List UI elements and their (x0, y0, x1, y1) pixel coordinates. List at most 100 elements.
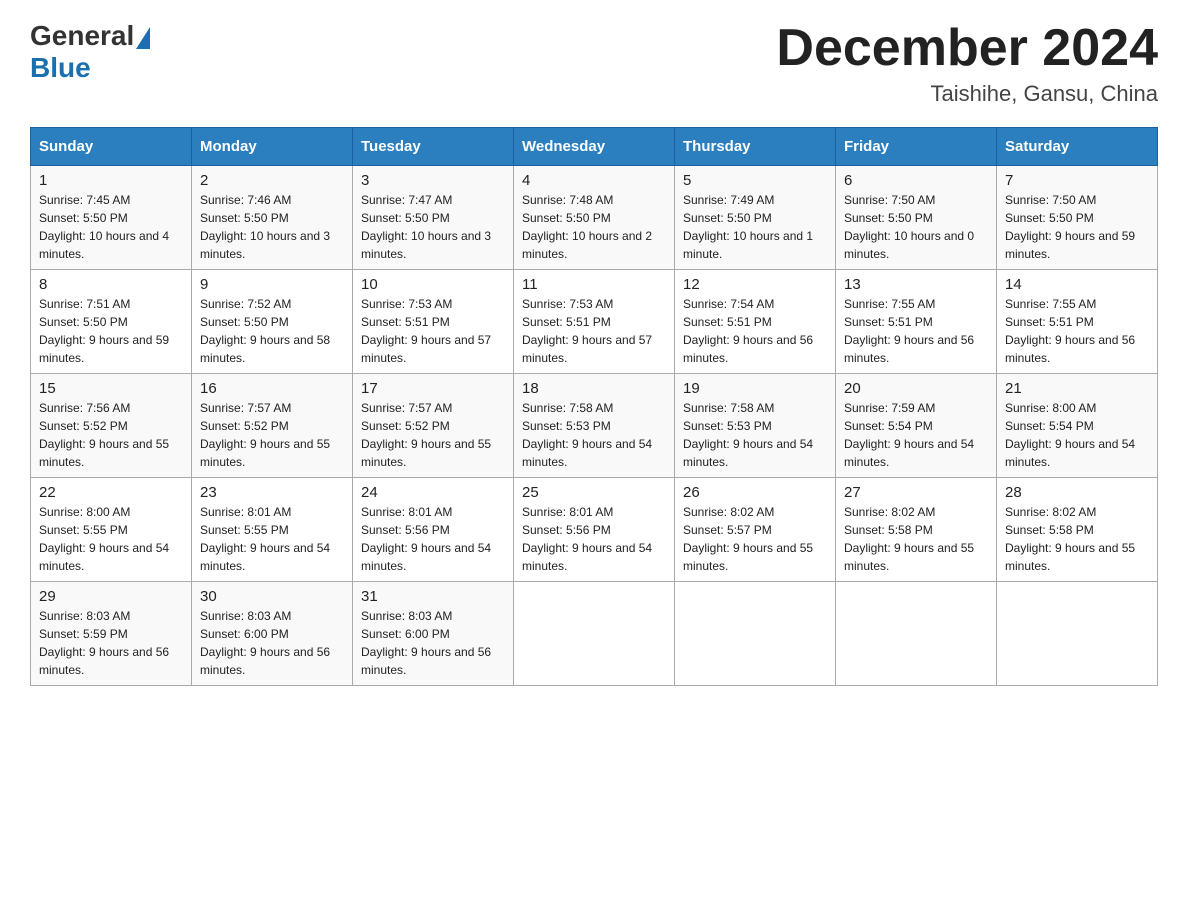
day-info: Sunrise: 7:51 AM Sunset: 5:50 PM Dayligh… (39, 295, 183, 367)
day-info: Sunrise: 7:52 AM Sunset: 5:50 PM Dayligh… (200, 295, 344, 367)
day-number: 21 (1005, 380, 1149, 397)
day-number: 22 (39, 484, 183, 501)
day-info: Sunrise: 7:53 AM Sunset: 5:51 PM Dayligh… (361, 295, 505, 367)
logo: General Blue (30, 20, 152, 84)
calendar-cell: 31 Sunrise: 8:03 AM Sunset: 6:00 PM Dayl… (353, 582, 514, 686)
day-number: 15 (39, 380, 183, 397)
day-info: Sunrise: 8:02 AM Sunset: 5:58 PM Dayligh… (844, 503, 988, 575)
calendar-cell: 7 Sunrise: 7:50 AM Sunset: 5:50 PM Dayli… (997, 166, 1158, 270)
calendar-cell: 19 Sunrise: 7:58 AM Sunset: 5:53 PM Dayl… (675, 374, 836, 478)
calendar-cell: 9 Sunrise: 7:52 AM Sunset: 5:50 PM Dayli… (192, 270, 353, 374)
day-number: 13 (844, 276, 988, 293)
calendar-table: SundayMondayTuesdayWednesdayThursdayFrid… (30, 127, 1158, 686)
calendar-cell (836, 582, 997, 686)
day-info: Sunrise: 8:01 AM Sunset: 5:56 PM Dayligh… (522, 503, 666, 575)
calendar-week-row: 8 Sunrise: 7:51 AM Sunset: 5:50 PM Dayli… (31, 270, 1158, 374)
logo-triangle-icon (136, 27, 150, 49)
calendar-cell: 6 Sunrise: 7:50 AM Sunset: 5:50 PM Dayli… (836, 166, 997, 270)
calendar-cell: 25 Sunrise: 8:01 AM Sunset: 5:56 PM Dayl… (514, 478, 675, 582)
page-header: General Blue December 2024 Taishihe, Gan… (30, 20, 1158, 107)
calendar-week-row: 29 Sunrise: 8:03 AM Sunset: 5:59 PM Dayl… (31, 582, 1158, 686)
calendar-week-row: 1 Sunrise: 7:45 AM Sunset: 5:50 PM Dayli… (31, 166, 1158, 270)
logo-general-text: General (30, 20, 134, 52)
day-number: 28 (1005, 484, 1149, 501)
title-section: December 2024 Taishihe, Gansu, China (776, 20, 1158, 107)
day-info: Sunrise: 7:49 AM Sunset: 5:50 PM Dayligh… (683, 191, 827, 263)
calendar-week-row: 22 Sunrise: 8:00 AM Sunset: 5:55 PM Dayl… (31, 478, 1158, 582)
day-number: 18 (522, 380, 666, 397)
location-subtitle: Taishihe, Gansu, China (776, 81, 1158, 107)
calendar-cell: 1 Sunrise: 7:45 AM Sunset: 5:50 PM Dayli… (31, 166, 192, 270)
day-number: 6 (844, 172, 988, 189)
calendar-cell: 12 Sunrise: 7:54 AM Sunset: 5:51 PM Dayl… (675, 270, 836, 374)
day-number: 9 (200, 276, 344, 293)
day-info: Sunrise: 8:00 AM Sunset: 5:54 PM Dayligh… (1005, 399, 1149, 471)
calendar-cell: 24 Sunrise: 8:01 AM Sunset: 5:56 PM Dayl… (353, 478, 514, 582)
calendar-cell: 14 Sunrise: 7:55 AM Sunset: 5:51 PM Dayl… (997, 270, 1158, 374)
day-number: 31 (361, 588, 505, 605)
column-header-friday: Friday (836, 128, 997, 166)
day-number: 26 (683, 484, 827, 501)
column-header-tuesday: Tuesday (353, 128, 514, 166)
day-number: 14 (1005, 276, 1149, 293)
calendar-cell: 3 Sunrise: 7:47 AM Sunset: 5:50 PM Dayli… (353, 166, 514, 270)
calendar-cell: 28 Sunrise: 8:02 AM Sunset: 5:58 PM Dayl… (997, 478, 1158, 582)
day-number: 5 (683, 172, 827, 189)
column-header-sunday: Sunday (31, 128, 192, 166)
day-info: Sunrise: 7:57 AM Sunset: 5:52 PM Dayligh… (200, 399, 344, 471)
calendar-cell: 22 Sunrise: 8:00 AM Sunset: 5:55 PM Dayl… (31, 478, 192, 582)
day-info: Sunrise: 8:03 AM Sunset: 5:59 PM Dayligh… (39, 607, 183, 679)
day-number: 7 (1005, 172, 1149, 189)
day-info: Sunrise: 7:54 AM Sunset: 5:51 PM Dayligh… (683, 295, 827, 367)
day-info: Sunrise: 7:46 AM Sunset: 5:50 PM Dayligh… (200, 191, 344, 263)
day-info: Sunrise: 7:55 AM Sunset: 5:51 PM Dayligh… (844, 295, 988, 367)
column-header-monday: Monday (192, 128, 353, 166)
day-number: 11 (522, 276, 666, 293)
day-info: Sunrise: 8:03 AM Sunset: 6:00 PM Dayligh… (361, 607, 505, 679)
calendar-cell (514, 582, 675, 686)
calendar-cell: 18 Sunrise: 7:58 AM Sunset: 5:53 PM Dayl… (514, 374, 675, 478)
day-number: 30 (200, 588, 344, 605)
day-number: 2 (200, 172, 344, 189)
day-info: Sunrise: 7:56 AM Sunset: 5:52 PM Dayligh… (39, 399, 183, 471)
calendar-cell: 20 Sunrise: 7:59 AM Sunset: 5:54 PM Dayl… (836, 374, 997, 478)
calendar-week-row: 15 Sunrise: 7:56 AM Sunset: 5:52 PM Dayl… (31, 374, 1158, 478)
calendar-cell: 23 Sunrise: 8:01 AM Sunset: 5:55 PM Dayl… (192, 478, 353, 582)
day-number: 29 (39, 588, 183, 605)
day-info: Sunrise: 7:47 AM Sunset: 5:50 PM Dayligh… (361, 191, 505, 263)
day-info: Sunrise: 8:02 AM Sunset: 5:58 PM Dayligh… (1005, 503, 1149, 575)
calendar-cell: 30 Sunrise: 8:03 AM Sunset: 6:00 PM Dayl… (192, 582, 353, 686)
calendar-cell: 26 Sunrise: 8:02 AM Sunset: 5:57 PM Dayl… (675, 478, 836, 582)
day-info: Sunrise: 7:57 AM Sunset: 5:52 PM Dayligh… (361, 399, 505, 471)
calendar-cell: 4 Sunrise: 7:48 AM Sunset: 5:50 PM Dayli… (514, 166, 675, 270)
day-info: Sunrise: 7:59 AM Sunset: 5:54 PM Dayligh… (844, 399, 988, 471)
day-number: 12 (683, 276, 827, 293)
day-number: 16 (200, 380, 344, 397)
day-number: 10 (361, 276, 505, 293)
calendar-cell: 2 Sunrise: 7:46 AM Sunset: 5:50 PM Dayli… (192, 166, 353, 270)
day-number: 3 (361, 172, 505, 189)
calendar-cell: 8 Sunrise: 7:51 AM Sunset: 5:50 PM Dayli… (31, 270, 192, 374)
day-info: Sunrise: 7:53 AM Sunset: 5:51 PM Dayligh… (522, 295, 666, 367)
calendar-cell: 11 Sunrise: 7:53 AM Sunset: 5:51 PM Dayl… (514, 270, 675, 374)
day-info: Sunrise: 8:03 AM Sunset: 6:00 PM Dayligh… (200, 607, 344, 679)
calendar-cell: 16 Sunrise: 7:57 AM Sunset: 5:52 PM Dayl… (192, 374, 353, 478)
calendar-cell: 13 Sunrise: 7:55 AM Sunset: 5:51 PM Dayl… (836, 270, 997, 374)
calendar-cell: 21 Sunrise: 8:00 AM Sunset: 5:54 PM Dayl… (997, 374, 1158, 478)
month-year-title: December 2024 (776, 20, 1158, 77)
day-info: Sunrise: 7:55 AM Sunset: 5:51 PM Dayligh… (1005, 295, 1149, 367)
day-info: Sunrise: 7:58 AM Sunset: 5:53 PM Dayligh… (683, 399, 827, 471)
day-number: 23 (200, 484, 344, 501)
day-info: Sunrise: 7:58 AM Sunset: 5:53 PM Dayligh… (522, 399, 666, 471)
day-number: 17 (361, 380, 505, 397)
day-number: 19 (683, 380, 827, 397)
day-info: Sunrise: 8:00 AM Sunset: 5:55 PM Dayligh… (39, 503, 183, 575)
logo-blue-text: Blue (30, 52, 91, 83)
calendar-cell (997, 582, 1158, 686)
day-number: 27 (844, 484, 988, 501)
day-info: Sunrise: 8:01 AM Sunset: 5:56 PM Dayligh… (361, 503, 505, 575)
calendar-cell: 10 Sunrise: 7:53 AM Sunset: 5:51 PM Dayl… (353, 270, 514, 374)
calendar-cell: 29 Sunrise: 8:03 AM Sunset: 5:59 PM Dayl… (31, 582, 192, 686)
calendar-cell: 15 Sunrise: 7:56 AM Sunset: 5:52 PM Dayl… (31, 374, 192, 478)
day-number: 25 (522, 484, 666, 501)
